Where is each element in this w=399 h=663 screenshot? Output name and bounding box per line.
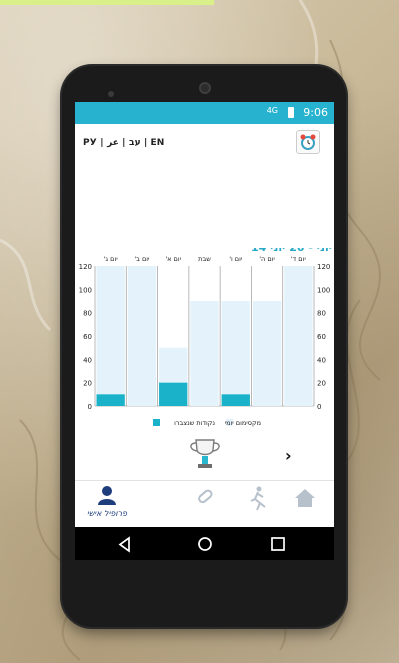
y-tick-label-right: 60 bbox=[317, 333, 326, 341]
next-week-button[interactable]: › bbox=[285, 446, 292, 465]
y-tick-label-left: 20 bbox=[83, 380, 92, 388]
alarm-clock-button[interactable] bbox=[296, 130, 320, 154]
y-tick-label-right: 40 bbox=[317, 356, 326, 364]
nav-profile[interactable]: פרופיל אישי bbox=[75, 481, 139, 527]
category-label: יום א' bbox=[165, 255, 181, 263]
legend-label-max: מקסימום יומי bbox=[225, 419, 261, 427]
category-label: יום ה' bbox=[259, 255, 275, 263]
back-icon[interactable] bbox=[118, 536, 130, 553]
y-tick-label-left: 0 bbox=[88, 403, 92, 411]
home-nav-icon[interactable] bbox=[198, 537, 212, 551]
language-switcher[interactable]: РУ | עב | عر | EN bbox=[83, 138, 165, 148]
legend-swatch-points bbox=[153, 419, 160, 426]
y-tick-label-right: 0 bbox=[317, 403, 321, 411]
y-tick-label-right: 120 bbox=[317, 263, 330, 271]
points-bar bbox=[159, 382, 188, 406]
max-bar bbox=[284, 266, 313, 406]
category-label: יום ב' bbox=[134, 255, 150, 263]
home-icon bbox=[295, 489, 315, 507]
points-bar bbox=[221, 394, 250, 406]
category-label: יום ו' bbox=[229, 255, 243, 263]
y-tick-label-left: 100 bbox=[79, 286, 92, 294]
status-bar: 4G 9:06 bbox=[75, 102, 334, 124]
system-buttons bbox=[118, 536, 285, 553]
category-label: יום ג' bbox=[104, 255, 119, 263]
y-tick-label-right: 80 bbox=[317, 310, 326, 318]
max-bar bbox=[127, 266, 157, 406]
max-bar bbox=[252, 301, 282, 406]
y-tick-label-left: 40 bbox=[83, 356, 92, 364]
points-bar bbox=[96, 394, 125, 406]
y-tick-label-left: 120 bbox=[79, 263, 92, 271]
profile-icon bbox=[98, 486, 116, 505]
y-tick-label-left: 60 bbox=[83, 333, 92, 341]
trophy-icon bbox=[190, 439, 220, 468]
sensor-dot bbox=[108, 91, 114, 97]
android-navigation-bar bbox=[75, 527, 334, 560]
weekly-points-chart: 14 יוני - 20 יוני 0 0 20 20 40 40 60 60 80 80 100 10… bbox=[79, 248, 332, 427]
max-bar bbox=[221, 301, 250, 406]
signal-icon: 4G bbox=[266, 106, 278, 115]
max-bar bbox=[96, 266, 125, 406]
y-tick-label-right: 20 bbox=[317, 380, 326, 388]
legend-label-points: נקודות שנצברו bbox=[174, 419, 215, 427]
status-time: 9:06 bbox=[303, 106, 328, 119]
nav-home[interactable] bbox=[273, 481, 334, 527]
nav-profile-label: פרופיל אישי bbox=[86, 509, 128, 518]
recents-icon[interactable] bbox=[271, 537, 285, 551]
chart-title: 14 יוני - 20 יוני bbox=[251, 248, 332, 254]
chevron-right-icon: › bbox=[285, 446, 292, 465]
bottom-navigation: פרופיל אישי bbox=[75, 480, 334, 527]
trophy-button[interactable] bbox=[120, 438, 288, 476]
category-label: יום ד' bbox=[291, 255, 306, 263]
front-camera bbox=[199, 82, 211, 94]
category-label: שבת bbox=[198, 255, 211, 263]
max-bar bbox=[190, 301, 219, 406]
battery-icon bbox=[288, 107, 294, 118]
y-tick-label-right: 100 bbox=[317, 286, 330, 294]
alarm-clock-icon bbox=[300, 134, 316, 150]
y-tick-label-left: 80 bbox=[83, 310, 92, 318]
